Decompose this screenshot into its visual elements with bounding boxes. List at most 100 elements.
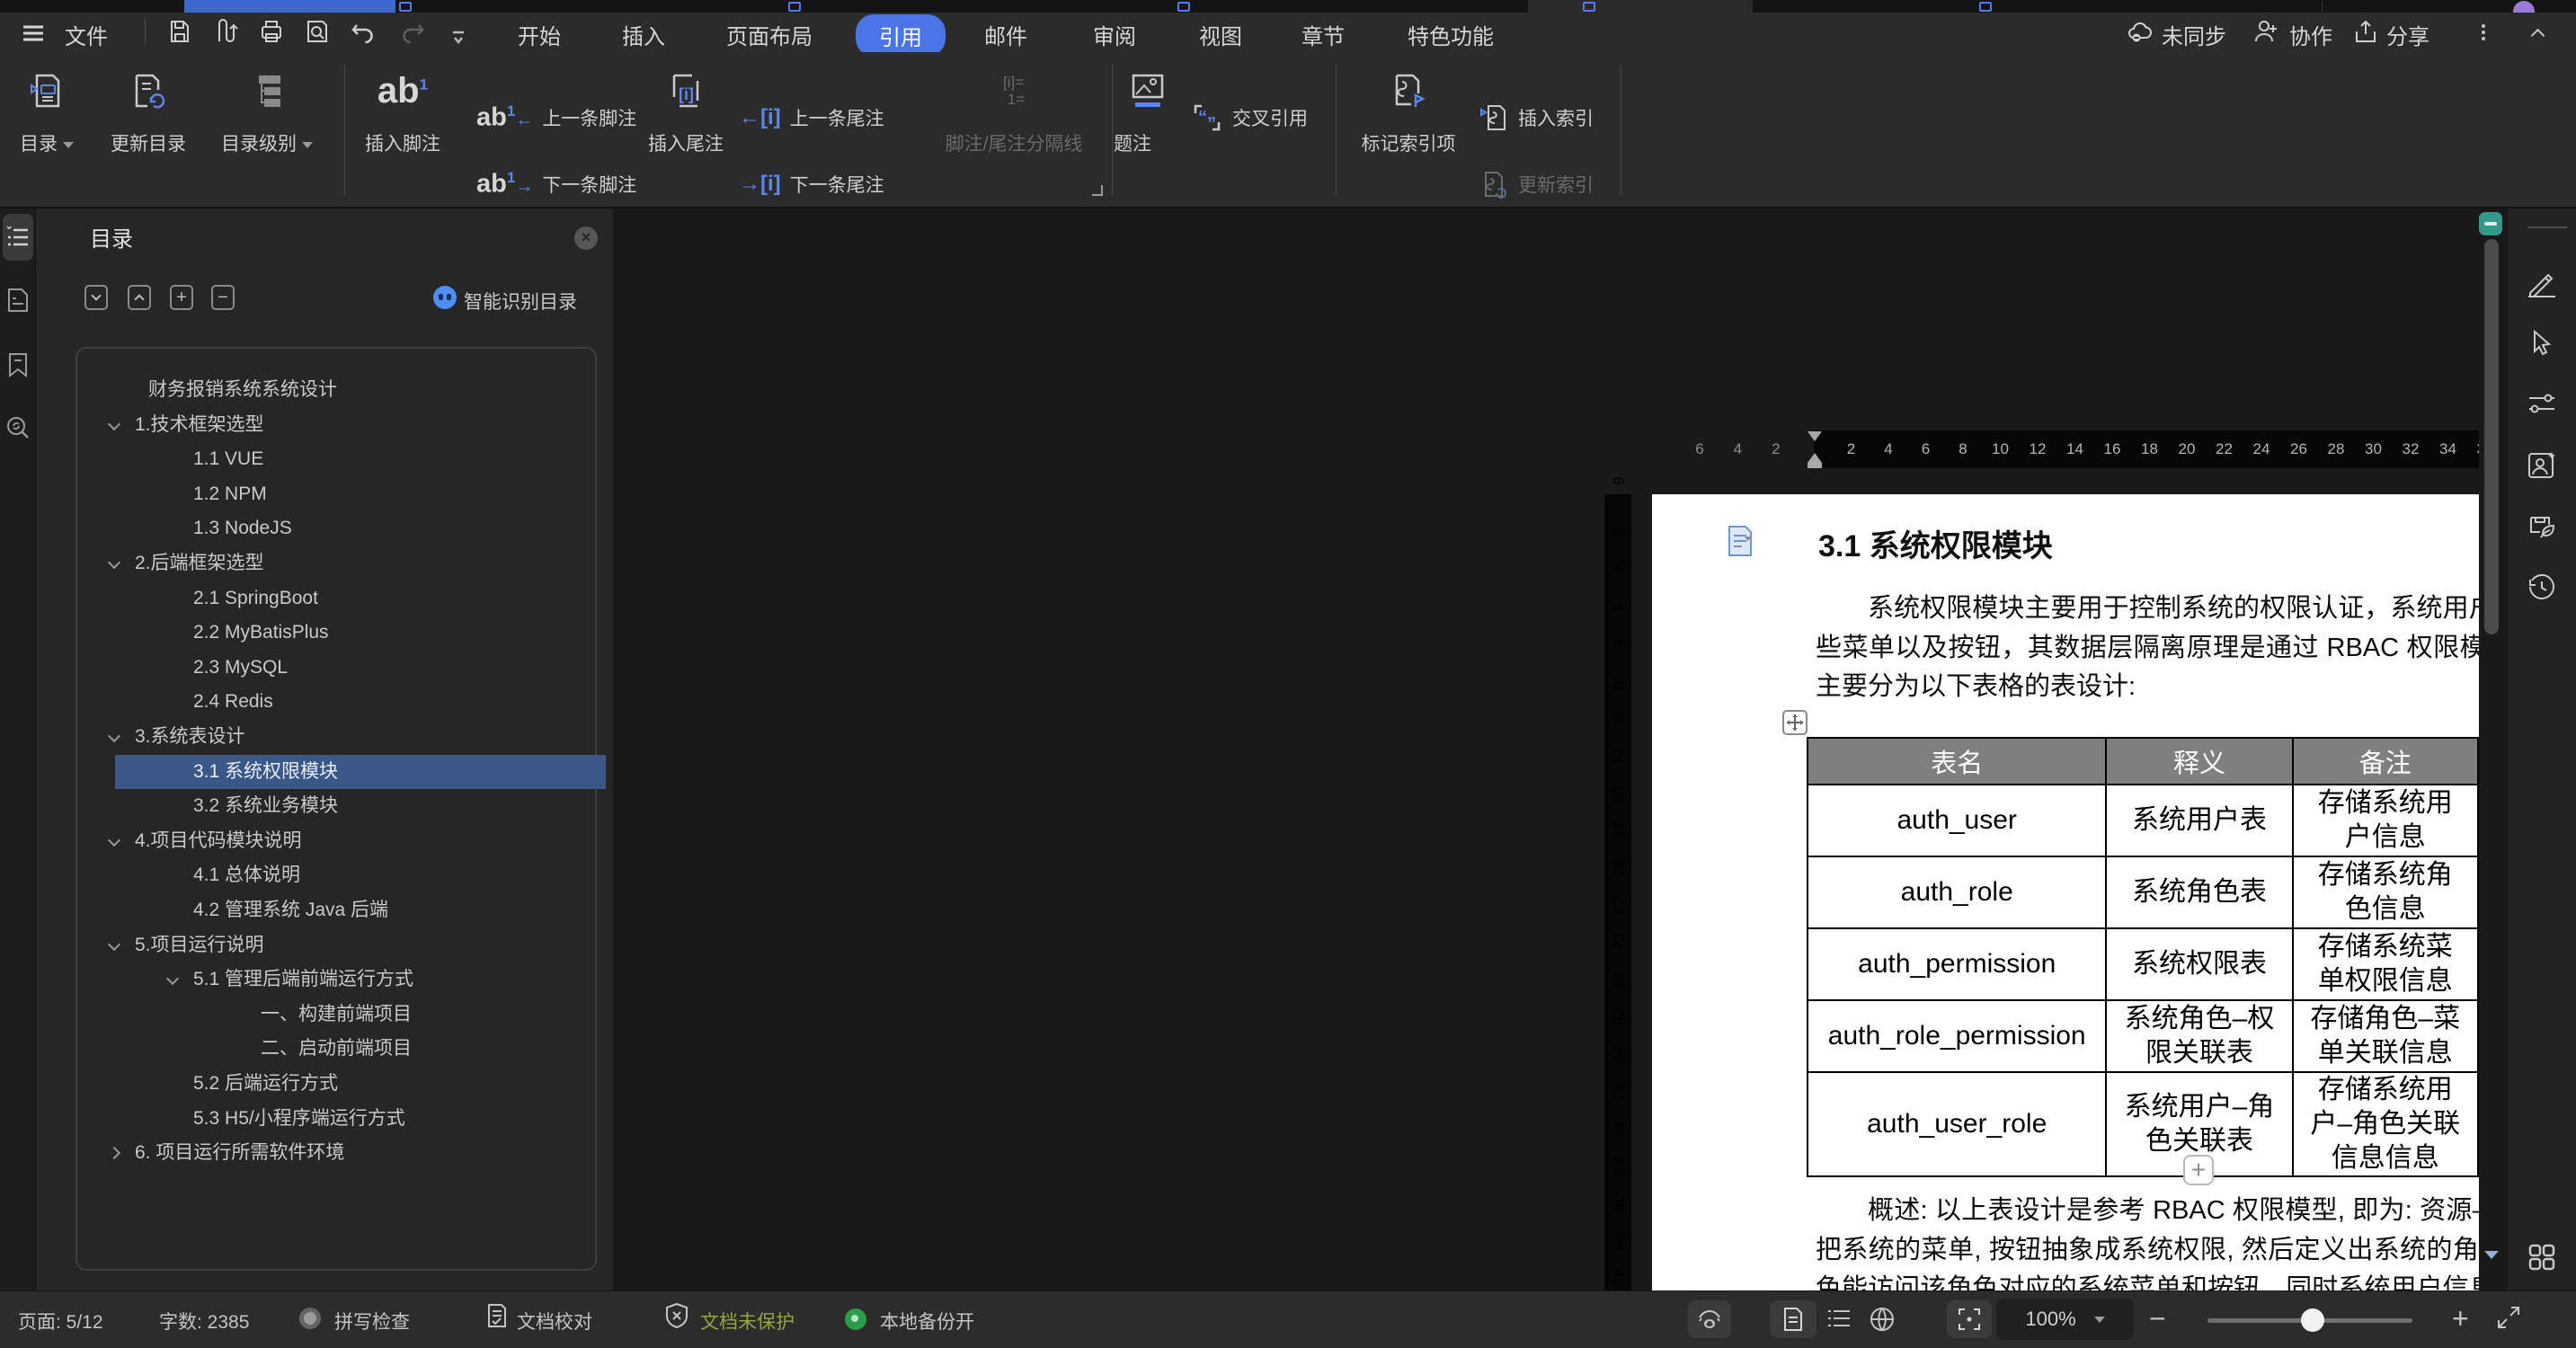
- table-cell[interactable]: 存储系统用户信息: [2293, 785, 2478, 856]
- collaborate-icon[interactable]: [2252, 18, 2279, 45]
- resource-leaf-button[interactable]: [2527, 510, 2557, 541]
- dialog-launcher-icon[interactable]: [1092, 185, 1103, 196]
- zoom-slider-thumb[interactable]: [2301, 1308, 2324, 1332]
- export-pdf-icon[interactable]: [212, 18, 239, 45]
- table-cell[interactable]: auth_role_permission: [1808, 1000, 2106, 1072]
- word-count[interactable]: 字数: 2385: [159, 1308, 249, 1335]
- table-cell[interactable]: 存储角色–菜单关联信息: [2293, 1000, 2478, 1072]
- protection-status-label[interactable]: 文档未保护: [700, 1308, 795, 1335]
- table-move-handle-icon[interactable]: [1782, 710, 1808, 735]
- user-avatar[interactable]: [2513, 1, 2535, 13]
- bookmark-button[interactable]: [3, 341, 33, 388]
- doc-table[interactable]: 表名释义备注 auth_user系统用户表存储系统用户信息auth_role系统…: [1807, 737, 2479, 1177]
- table-cell[interactable]: 系统角色表: [2106, 856, 2292, 928]
- toc-item[interactable]: 5.项目运行说明: [115, 928, 606, 962]
- collaborate-label[interactable]: 协作: [2289, 19, 2332, 50]
- promote-button[interactable]: +: [170, 285, 193, 310]
- more-options-icon[interactable]: [2481, 22, 2486, 45]
- insert-footnote-button[interactable]: ab1 插入脚注: [349, 63, 457, 156]
- table-cell[interactable]: auth_user_role: [1808, 1072, 2106, 1176]
- toc-item[interactable]: 2.后端框架选型: [115, 546, 606, 581]
- tab-home[interactable]: 开始: [518, 19, 561, 50]
- backup-status-label[interactable]: 本地备份开: [880, 1308, 974, 1335]
- history-button[interactable]: [2527, 572, 2557, 602]
- left-indent-marker[interactable]: [1808, 453, 1822, 463]
- insert-endnote-button[interactable]: [i] 插入尾注: [632, 63, 740, 156]
- scroll-down-arrow[interactable]: [2484, 1251, 2499, 1259]
- table-cell[interactable]: 系统用户表: [2106, 785, 2292, 856]
- toc-button[interactable]: 目录: [0, 63, 101, 156]
- tab-insert[interactable]: 插入: [622, 19, 665, 50]
- document-tab-icon[interactable]: [1177, 2, 1190, 12]
- table-cell[interactable]: 存储系统角色信息: [2293, 856, 2478, 928]
- table-cell[interactable]: auth_permission: [1808, 928, 2106, 1000]
- proofread-icon[interactable]: [484, 1302, 511, 1329]
- find-replace-button[interactable]: [3, 404, 33, 451]
- toc-item[interactable]: 4.2 管理系统 Java 后端: [115, 893, 606, 927]
- toc-item[interactable]: 3.1 系统权限模块: [115, 755, 606, 789]
- toc-item[interactable]: 2.3 MySQL: [115, 651, 606, 685]
- toc-item[interactable]: 1.技术框架选型: [115, 408, 606, 442]
- active-window-tab[interactable]: [184, 0, 395, 13]
- share-label[interactable]: 分享: [2386, 19, 2429, 50]
- cloud-sync-icon[interactable]: [2127, 18, 2154, 45]
- protection-shield-icon[interactable]: [663, 1302, 690, 1329]
- toc-item[interactable]: 3.2 系统业务模块: [115, 789, 606, 823]
- tab-view[interactable]: 视图: [1199, 19, 1242, 50]
- zoom-in-button[interactable]: +: [2452, 1302, 2469, 1335]
- table-cell[interactable]: auth_role: [1808, 856, 2106, 928]
- fit-page-button[interactable]: [1947, 1300, 1992, 1338]
- prev-footnote-button[interactable]: ab1← 上一条脚注: [476, 102, 636, 133]
- redo-icon[interactable]: [399, 18, 426, 45]
- spellcheck-indicator-icon[interactable]: [299, 1308, 321, 1329]
- close-sidebar-button[interactable]: ×: [574, 226, 598, 250]
- more-commands-chevron-icon[interactable]: [445, 23, 472, 50]
- toc-item[interactable]: 5.1 管理后端前端运行方式: [115, 962, 606, 997]
- document-tab-icon[interactable]: [788, 2, 801, 12]
- insert-index-button[interactable]: 插入索引: [1479, 102, 1594, 133]
- select-cursor-button[interactable]: [2527, 329, 2557, 359]
- cross-reference-button[interactable]: “” 交叉引用: [1191, 102, 1308, 133]
- tab-section[interactable]: 章节: [1301, 19, 1345, 50]
- tab-references-active[interactable]: 引用: [856, 14, 946, 57]
- add-row-button[interactable]: +: [2183, 1155, 2214, 1185]
- print-preview-icon[interactable]: [304, 18, 331, 45]
- undo-icon[interactable]: [350, 18, 377, 45]
- backup-indicator-icon[interactable]: [845, 1308, 866, 1330]
- toc-item[interactable]: 财务报销系统系统设计: [115, 373, 606, 407]
- toc-item[interactable]: 1.3 NodeJS: [115, 511, 606, 545]
- first-line-indent-marker[interactable]: [1808, 431, 1822, 441]
- next-footnote-button[interactable]: ab1→ 下一条脚注: [476, 169, 636, 200]
- vertical-scrollbar-thumb[interactable]: [2484, 239, 2499, 634]
- save-icon[interactable]: [166, 18, 193, 45]
- toc-item[interactable]: 5.3 H5/小程序端运行方式: [115, 1102, 606, 1136]
- demote-button[interactable]: −: [211, 285, 235, 310]
- web-view-button[interactable]: [1869, 1306, 1896, 1333]
- paragraph-handle-icon[interactable]: [1726, 525, 1762, 562]
- toc-item[interactable]: 二、启动前端项目: [115, 1032, 606, 1066]
- tab-review[interactable]: 审阅: [1093, 19, 1136, 50]
- profile-image-button[interactable]: [2527, 449, 2557, 480]
- apps-grid-button[interactable]: [2527, 1242, 2557, 1273]
- toc-item[interactable]: 5.2 后端运行方式: [115, 1067, 606, 1101]
- caption-button[interactable]: 题注: [1094, 63, 1202, 156]
- mark-index-button[interactable]: 标记索引项: [1355, 63, 1462, 156]
- document-tab-icon[interactable]: [1583, 2, 1595, 12]
- zoom-level-select[interactable]: 100%: [1996, 1299, 2134, 1340]
- tab-special-features[interactable]: 特色功能: [1408, 19, 1494, 50]
- zoom-out-button[interactable]: −: [2149, 1302, 2166, 1335]
- left-indent-box[interactable]: [1808, 463, 1822, 468]
- spellcheck-label[interactable]: 拼写检查: [334, 1308, 410, 1335]
- table-cell[interactable]: auth_user: [1808, 785, 2106, 856]
- toc-level-button[interactable]: 目录级别: [213, 63, 321, 156]
- table-cell[interactable]: 系统权限表: [2106, 928, 2292, 1000]
- file-menu[interactable]: 文件: [65, 19, 108, 50]
- toc-item[interactable]: 2.4 Redis: [115, 685, 606, 719]
- document-notes-button[interactable]: [3, 277, 33, 324]
- tab-mailings[interactable]: 邮件: [984, 19, 1027, 50]
- table-cell[interactable]: 存储系统菜单权限信息: [2293, 928, 2478, 1000]
- toc-item[interactable]: 2.2 MyBatisPlus: [115, 616, 606, 650]
- smart-recognize-toc-button[interactable]: 智能识别目录: [464, 288, 577, 315]
- document-tab-icon[interactable]: [399, 2, 412, 12]
- collapse-ribbon-icon[interactable]: [2533, 29, 2543, 45]
